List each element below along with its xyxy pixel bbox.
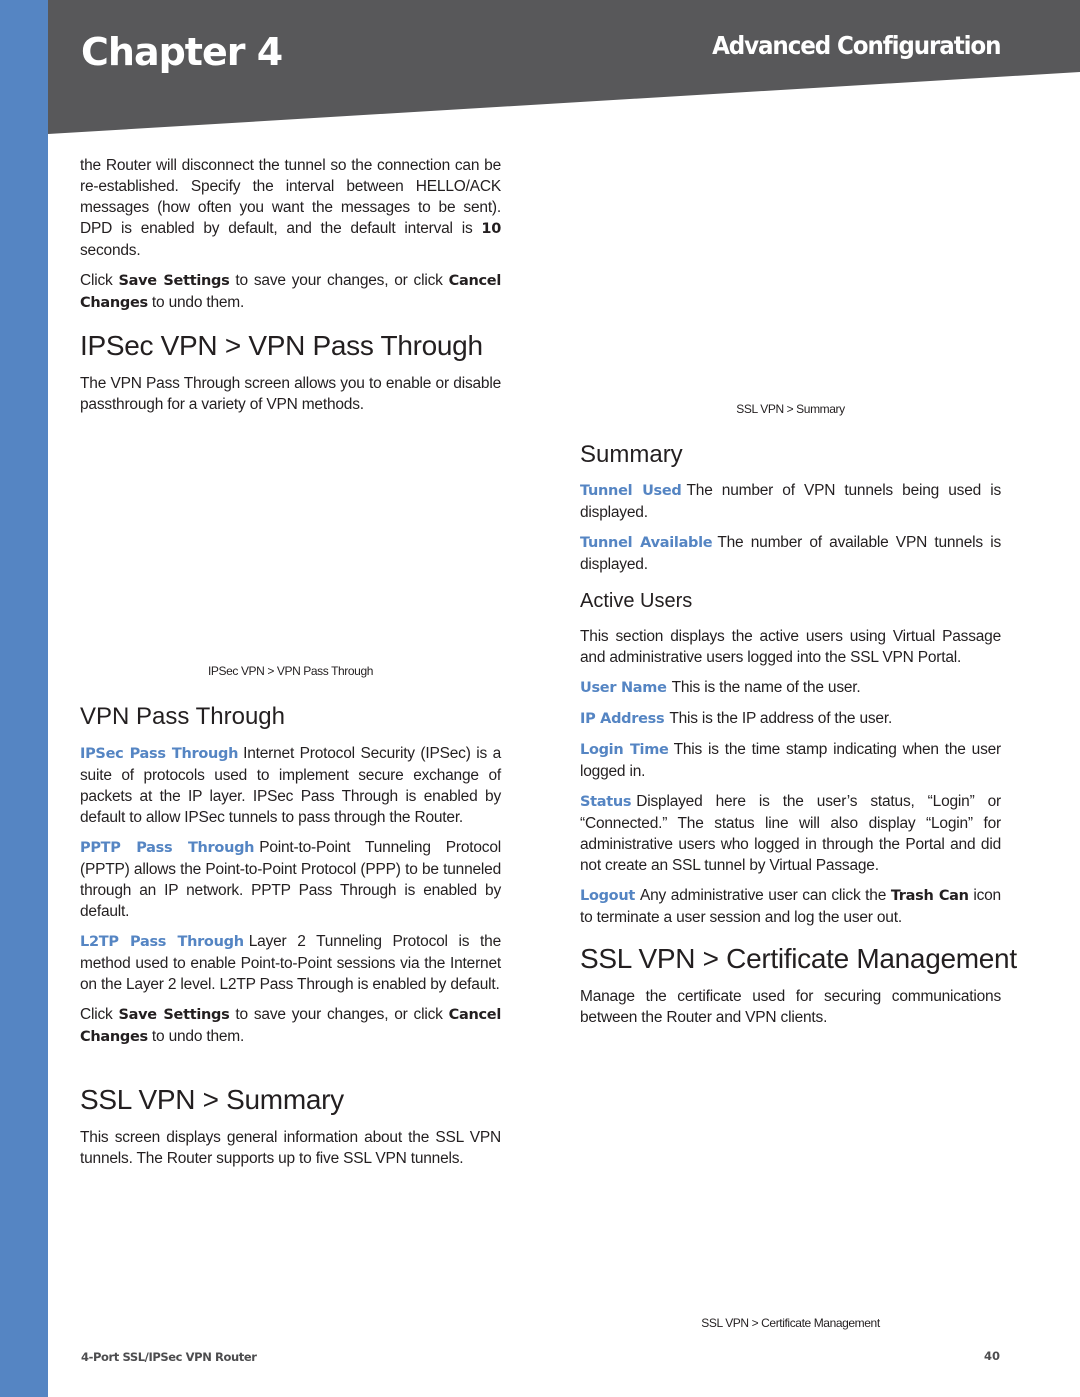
term-user-name: User Name	[580, 680, 667, 696]
figure-caption-certificate: SSL VPN > Certificate Management	[701, 1316, 880, 1330]
save-note: Click Save Settings to save your changes…	[80, 1006, 501, 1045]
term-pptp-passthrough: PPTP Pass Through	[80, 840, 255, 856]
section-title: Advanced Configuration	[711, 31, 1001, 60]
figure-caption-summary: SSL VPN > Summary	[736, 402, 845, 416]
term-login-time: Login Time	[580, 742, 669, 758]
subheading-active-users: Active Users	[580, 590, 693, 612]
definition-item: IPSec Pass Through Internet Protocol Secu…	[80, 745, 501, 826]
passthrough-items: IPSec Pass Through Internet Protocol Secu…	[80, 743, 501, 1057]
definition-item: Login Time This is the time stamp indicat…	[580, 741, 1001, 780]
definition-item: Tunnel Used The number of VPN tunnels bei…	[580, 482, 1001, 521]
left-column: the Router will disconnect the tunnel so…	[80, 155, 501, 323]
save-note: Click Save Settings to save your changes…	[80, 272, 501, 311]
passthrough-description: The VPN Pass Through screen allows you t…	[80, 375, 501, 413]
term-logout: Logout	[580, 888, 635, 904]
heading-certificate-management: SSL VPN > Certificate Management	[580, 943, 1017, 974]
heading-ipsec-passthrough: IPSec VPN > VPN Pass Through	[80, 330, 483, 361]
definition-item: IP Address This is the IP address of the …	[580, 710, 893, 727]
term-ipsec-passthrough: IPSec Pass Through	[80, 746, 239, 762]
term-ip-address: IP Address	[580, 711, 665, 727]
definition-item: L2TP Pass Through Layer 2 Tunneling Proto…	[80, 933, 501, 993]
certificate-description: Manage the certificate used for securing…	[580, 988, 1001, 1026]
definition-item: Logout Any administrative user can click …	[580, 887, 1001, 926]
subheading-summary: Summary	[580, 441, 683, 468]
heading-ssl-summary: SSL VPN > Summary	[80, 1084, 344, 1115]
chapter-title: Chapter 4	[81, 30, 283, 74]
term-l2tp-passthrough: L2TP Pass Through	[80, 934, 244, 950]
figure-caption-passthrough: IPSec VPN > VPN Pass Through	[208, 664, 373, 678]
term-status: Status	[580, 794, 632, 810]
side-color-strip	[0, 0, 48, 1397]
intro-paragraph: the Router will disconnect the tunnel so…	[80, 157, 501, 259]
subheading-vpn-passthrough: VPN Pass Through	[80, 703, 285, 730]
footer-page-number: 40	[984, 1349, 1001, 1363]
footer-product-name: 4-Port SSL/IPSec VPN Router	[81, 1350, 257, 1364]
definition-item: PPTP Pass Through Point-to-Point Tunnelin…	[80, 839, 501, 920]
definition-item: Tunnel Available The number of available …	[580, 534, 1001, 573]
term-tunnel-used: Tunnel Used	[580, 483, 682, 499]
definition-item: User Name This is the name of the user.	[580, 679, 861, 696]
active-users-description: This section displays the active users u…	[580, 628, 1001, 666]
active-users-items: This section displays the active users u…	[580, 626, 1001, 937]
summary-items: Tunnel Used The number of VPN tunnels bei…	[580, 480, 1001, 584]
ssl-summary-description: This screen displays general information…	[80, 1129, 501, 1167]
term-tunnel-available: Tunnel Available	[580, 535, 713, 551]
definition-item: Status Displayed here is the user’s statu…	[580, 793, 1001, 874]
